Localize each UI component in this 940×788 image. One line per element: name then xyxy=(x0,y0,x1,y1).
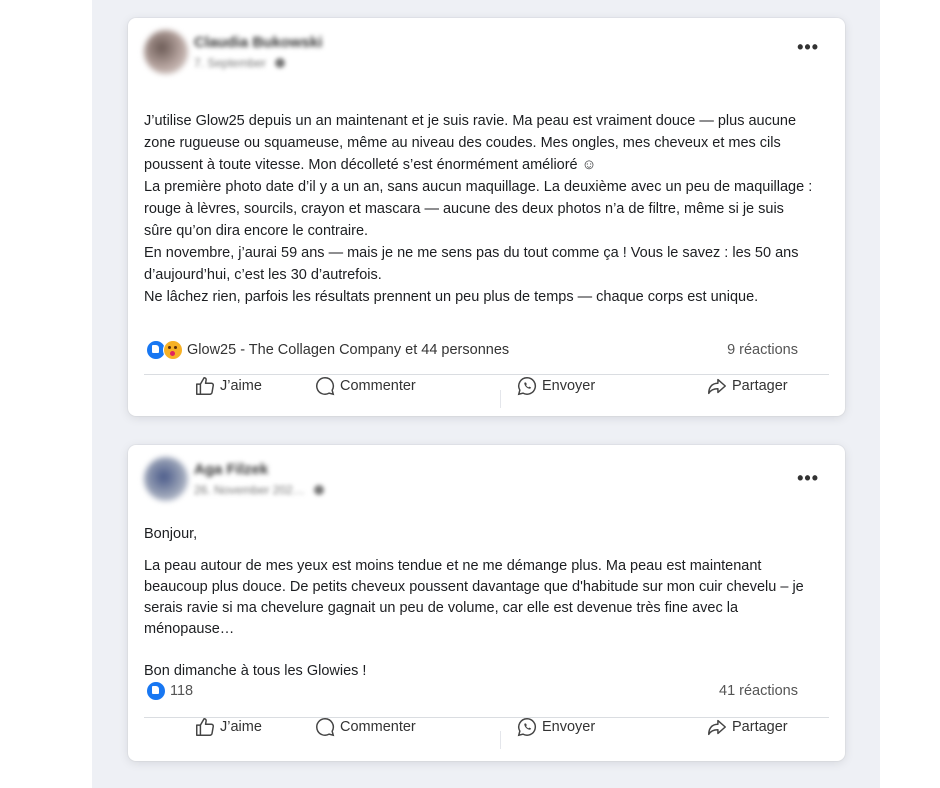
comment-icon xyxy=(316,718,335,737)
more-options-button[interactable]: ••• xyxy=(797,469,819,487)
post-paragraph: La première photo date d’il y a un an, s… xyxy=(144,179,813,239)
like-button[interactable]: J’aime xyxy=(194,716,262,738)
comment-button[interactable]: Commenter xyxy=(314,375,416,397)
share-icon xyxy=(708,378,726,395)
reactions-summary[interactable]: Glow25 - The Collagen Company et 44 pers… xyxy=(146,340,509,360)
share-label: Partager xyxy=(732,378,788,394)
post-card: Claudia Bukowski 7. September ••• J’util… xyxy=(128,18,845,416)
send-label: Envoyer xyxy=(542,378,596,394)
post-card: Aga Filzek 26. November 202… ••• Bonjour… xyxy=(128,445,845,761)
comment-icon xyxy=(316,377,335,396)
send-label: Envoyer xyxy=(542,719,596,735)
reactions-text: Glow25 - The Collagen Company et 44 pers… xyxy=(187,342,510,358)
send-button[interactable]: Envoyer xyxy=(516,375,595,397)
post-body: J’utilise Glow25 depuis un an maintenant… xyxy=(144,110,814,308)
like-reaction-icon xyxy=(146,681,166,701)
whatsapp-icon xyxy=(517,377,537,396)
more-options-button[interactable]: ••• xyxy=(797,38,819,56)
avatar[interactable] xyxy=(144,30,188,74)
action-separator xyxy=(500,390,501,408)
post-date[interactable]: 7. September xyxy=(194,56,266,70)
like-label: J’aime xyxy=(220,378,262,394)
comment-label: Commenter xyxy=(340,378,416,394)
post-paragraph: Ne lâchez rien, parfois les résultats pr… xyxy=(144,289,759,305)
send-button[interactable]: Envoyer xyxy=(516,716,595,738)
post-greeting: Bonjour, xyxy=(144,526,198,542)
reactions-count[interactable]: 41 réactions xyxy=(719,683,798,699)
comment-label: Commenter xyxy=(340,719,416,735)
post-paragraph: En novembre, j’aurai 59 ans — mais je ne… xyxy=(144,245,799,283)
post-author[interactable]: Aga Filzek xyxy=(194,461,268,478)
whatsapp-icon xyxy=(517,718,537,737)
share-button[interactable]: Partager xyxy=(706,375,788,397)
comment-button[interactable]: Commenter xyxy=(314,716,416,738)
avatar[interactable] xyxy=(144,457,188,501)
share-label: Partager xyxy=(732,719,788,735)
reactions-summary[interactable]: 118 xyxy=(146,681,193,701)
reactions-row: 118 41 réactions xyxy=(146,681,798,701)
thumbs-up-icon xyxy=(196,718,214,736)
share-icon xyxy=(708,719,726,736)
reactions-count[interactable]: 9 réactions xyxy=(727,342,798,358)
reactions-text: 118 xyxy=(170,683,194,699)
wow-reaction-icon xyxy=(163,340,183,360)
post-paragraph: J’utilise Glow25 depuis un an maintenant… xyxy=(144,113,797,173)
thumbs-up-icon xyxy=(196,377,214,395)
post-author[interactable]: Claudia Bukowski xyxy=(194,34,322,51)
like-button[interactable]: J’aime xyxy=(194,375,262,397)
share-button[interactable]: Partager xyxy=(706,716,788,738)
post-body: Bonjour, La peau autour de mes yeux est … xyxy=(144,524,814,682)
like-label: J’aime xyxy=(220,719,262,735)
globe-icon xyxy=(314,485,325,495)
post-meta: 7. September xyxy=(194,56,286,70)
post-closing: Bon dimanche à tous les Glowies ! xyxy=(144,663,367,679)
globe-icon xyxy=(275,58,286,68)
post-paragraph: La peau autour de mes yeux est moins ten… xyxy=(144,558,804,637)
post-date[interactable]: 26. November 202… xyxy=(194,483,305,497)
action-separator xyxy=(500,731,501,749)
reactions-row: Glow25 - The Collagen Company et 44 pers… xyxy=(146,340,798,360)
post-meta: 26. November 202… xyxy=(194,483,325,497)
